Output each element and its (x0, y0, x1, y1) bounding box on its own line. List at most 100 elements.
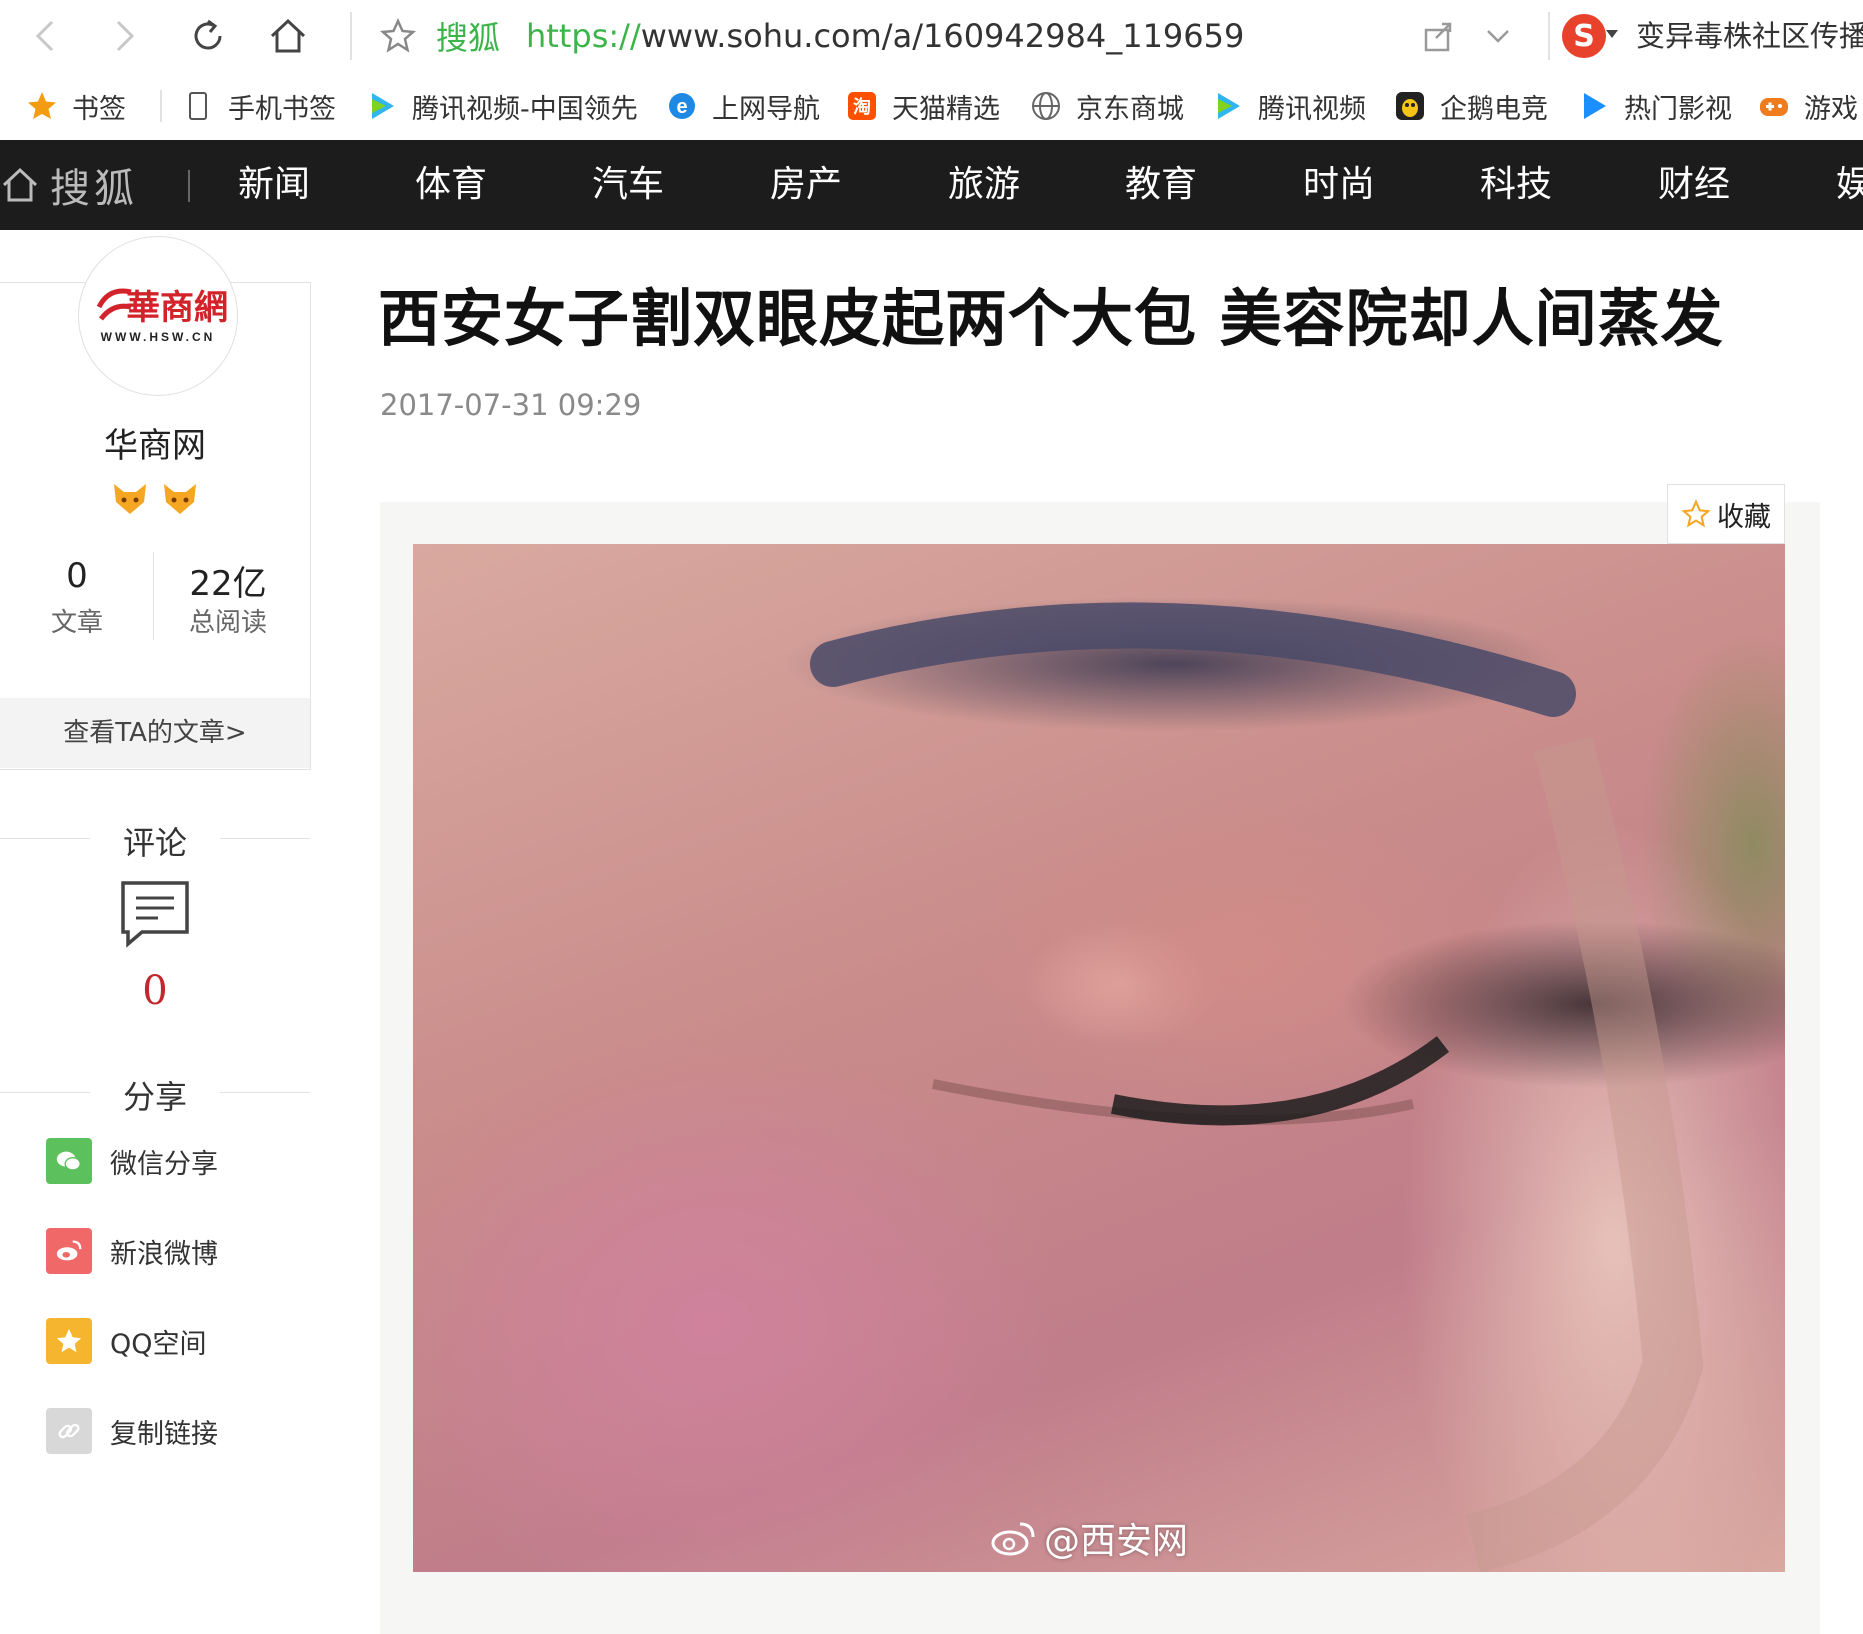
collect-button[interactable]: 收藏 (1667, 484, 1785, 544)
forward-button[interactable] (98, 10, 150, 62)
author-name[interactable]: 华商网 (0, 418, 310, 467)
nav-item-house[interactable]: 房产 (770, 140, 842, 230)
ie-icon: e (666, 90, 698, 122)
bookmark-label: 企鹅电竞 (1440, 93, 1548, 125)
weibo-icon (46, 1228, 92, 1274)
star-icon (26, 90, 58, 122)
reload-button[interactable] (182, 10, 234, 62)
articles-label: 文章 (50, 608, 103, 638)
copy-link-button[interactable]: 复制链接 (46, 1408, 218, 1454)
star-outline-icon (1681, 499, 1711, 528)
bookmark-item[interactable]: 企鹅电竞 (1394, 88, 1548, 125)
penguin-icon (1394, 90, 1426, 122)
address-bar: 搜狐 https://www.sohu.com/a/160942984_1196… (0, 0, 1863, 72)
url-dropdown-button[interactable] (1472, 10, 1524, 62)
share-page-button[interactable] (1412, 10, 1464, 62)
site-nav: 搜狐 新闻 体育 汽车 房产 旅游 教育 时尚 科技 财经 娱 (0, 140, 1863, 230)
chevron-down-icon (1487, 30, 1509, 43)
bookmark-item[interactable]: 游戏 (1758, 88, 1858, 125)
comment-icon[interactable] (120, 880, 190, 950)
divider (188, 170, 190, 202)
bookmark-item[interactable]: e 上网导航 (666, 88, 820, 125)
bookmark-item[interactable]: 淘 天猫精选 (846, 88, 1000, 125)
bookmark-item[interactable]: 书签 (26, 88, 126, 125)
hsw-logo: 華商網 WWW.HSW.CN (96, 288, 228, 344)
home-icon (270, 18, 306, 53)
bookmark-item[interactable]: 手机书签 (182, 88, 336, 125)
qzone-star-icon (46, 1318, 92, 1364)
share-label: 微信分享 (110, 1148, 218, 1180)
nav-item-travel[interactable]: 旅游 (948, 140, 1020, 230)
chevron-left-icon (35, 20, 54, 52)
url-protocol: https:// (526, 17, 641, 55)
share-icon (1424, 22, 1452, 52)
bookmark-label: 京东商城 (1076, 93, 1184, 125)
svg-text:e: e (676, 96, 687, 118)
divider (160, 90, 162, 122)
bookmark-label: 手机书签 (228, 93, 336, 125)
nav-item-tech[interactable]: 科技 (1480, 140, 1552, 230)
nav-item-fashion[interactable]: 时尚 (1303, 140, 1375, 230)
fox-badge-icon (160, 478, 200, 518)
tencent-video-icon (1212, 90, 1244, 122)
article-date: 2017-07-31 09:29 (380, 388, 642, 422)
avatar[interactable]: 華商網 WWW.HSW.CN (78, 236, 238, 396)
bookmark-item[interactable]: 热门影视 (1578, 88, 1732, 125)
reads-label: 总阅读 (188, 608, 267, 638)
articles-count: 0 (66, 556, 88, 596)
bookmarks-bar: 书签 手机书签 腾讯视频-中国领先 e 上网导航 淘 天猫精选 京东商城 腾讯视… (0, 72, 1863, 141)
fox-badge-icon (110, 478, 150, 518)
url-field[interactable]: 搜狐 https://www.sohu.com/a/160942984_1196… (420, 0, 1244, 72)
view-articles-link[interactable]: 查看TA的文章> (0, 698, 310, 768)
sogou-search-icon[interactable]: S (1562, 14, 1606, 58)
weibo-icon (991, 1522, 1035, 1556)
nav-item-sports[interactable]: 体育 (415, 140, 487, 230)
logo-text: 搜狐 (50, 166, 138, 212)
bookmark-item[interactable]: 腾讯视频-中国领先 (366, 88, 638, 125)
logo-wordmark: 華商網 (126, 288, 228, 328)
caret-down-icon[interactable] (1606, 30, 1618, 38)
share-label: QQ空间 (110, 1328, 207, 1360)
share-qzone-button[interactable]: QQ空间 (46, 1318, 207, 1364)
star-outline-icon (379, 17, 417, 53)
svg-text:淘: 淘 (853, 96, 871, 118)
sohu-logo[interactable]: 搜狐 (0, 140, 138, 230)
search-suggestion[interactable]: 变异毒株社区传播 (1636, 0, 1863, 72)
watermark-text: @西安网 (1044, 1521, 1189, 1562)
share-weibo-button[interactable]: 新浪微博 (46, 1228, 218, 1274)
nav-item-finance[interactable]: 财经 (1658, 140, 1730, 230)
eye-illustration (810, 602, 1704, 1572)
reads-count: 22亿 (189, 564, 267, 604)
globe-icon (1030, 90, 1062, 122)
bookmark-label: 天猫精选 (892, 93, 1000, 125)
nav-item-entertainment[interactable]: 娱 (1836, 140, 1863, 230)
comments-title: 评论 (122, 824, 187, 862)
home-icon (2, 167, 38, 202)
comment-count[interactable]: 0 (0, 968, 310, 1014)
back-button[interactable] (20, 10, 72, 62)
nav-item-news[interactable]: 新闻 (238, 140, 310, 230)
bookmark-label: 游戏 (1804, 93, 1858, 125)
tencent-video-icon (366, 90, 398, 122)
site-name: 搜狐 (436, 19, 501, 57)
bookmark-label: 上网导航 (712, 93, 820, 125)
share-label: 新浪微博 (110, 1238, 218, 1270)
reload-icon (194, 19, 222, 50)
bookmark-item[interactable]: 京东商城 (1030, 88, 1184, 125)
bookmark-label: 书签 (72, 93, 126, 125)
article-title: 西安女子割双眼皮起两个大包 美容院却人间蒸发 (378, 282, 1724, 355)
chevron-right-icon (116, 20, 135, 52)
tmall-icon: 淘 (846, 90, 878, 122)
phone-icon (182, 90, 214, 122)
bookmark-item[interactable]: 腾讯视频 (1212, 88, 1366, 125)
article-image (413, 544, 1785, 1572)
image-watermark: @西安网 (990, 1512, 1188, 1564)
home-button[interactable] (262, 10, 314, 62)
nav-item-education[interactable]: 教育 (1125, 140, 1197, 230)
bookmark-star-button[interactable] (372, 10, 424, 62)
link-icon (46, 1408, 92, 1454)
share-wechat-button[interactable]: 微信分享 (46, 1138, 218, 1184)
share-label: 复制链接 (110, 1418, 218, 1450)
nav-item-auto[interactable]: 汽车 (592, 140, 664, 230)
share-title: 分享 (122, 1078, 187, 1116)
